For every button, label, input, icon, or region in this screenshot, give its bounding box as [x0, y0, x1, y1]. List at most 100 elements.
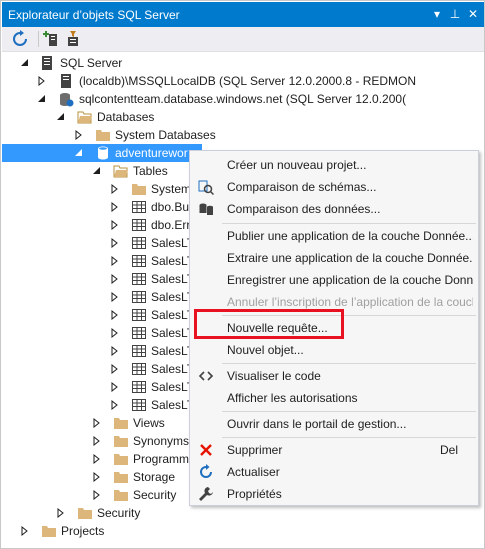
collapsed-arrow-icon[interactable] [92, 436, 102, 446]
collapsed-arrow-icon[interactable] [110, 202, 120, 212]
table-icon [131, 271, 147, 287]
collapsed-arrow-icon[interactable] [110, 364, 120, 374]
tree-label: Databases [97, 110, 155, 124]
database-icon [95, 145, 111, 161]
collapsed-arrow-icon[interactable] [110, 328, 120, 338]
folder-icon [131, 181, 147, 197]
menu-item-label: Afficher les autorisations [227, 391, 358, 405]
menu-item-shortcut: Del [439, 443, 458, 457]
collapsed-arrow-icon[interactable] [56, 508, 66, 518]
collapsed-arrow-icon[interactable] [110, 184, 120, 194]
folder-icon [113, 433, 129, 449]
menu-separator [222, 437, 476, 438]
tree-node-projects[interactable]: Projects [2, 522, 484, 540]
table-icon [131, 343, 147, 359]
menu-item-refresh[interactable]: Actualiser [191, 461, 478, 483]
tree-node-remote-server[interactable]: sqlcontentteam.database.windows.net (SQL… [2, 90, 484, 108]
tree-node-system-databases[interactable]: System Databases [2, 126, 484, 144]
menu-item-publish-dac[interactable]: Publier une application de la couche Don… [191, 225, 478, 247]
tree-label: sqlcontentteam.database.windows.net (SQL… [79, 92, 407, 106]
folder-icon [95, 127, 111, 143]
window-title: Explorateur d’objets SQL Server [8, 8, 180, 22]
toolbar [2, 27, 484, 52]
collapsed-arrow-icon[interactable] [92, 490, 102, 500]
tree-label: SalesLT [151, 308, 195, 322]
collapsed-arrow-icon[interactable] [110, 274, 120, 284]
collapsed-arrow-icon[interactable] [110, 310, 120, 320]
menu-item-label: Comparaison des données... [227, 202, 381, 216]
menu-item-properties[interactable]: Propriétés [191, 483, 478, 505]
refresh-icon[interactable] [11, 30, 29, 48]
tree-label: Views [133, 416, 165, 430]
tree-label: SalesLT [151, 344, 195, 358]
menu-item-label: Supprimer [227, 443, 283, 457]
menu-item-open-portal[interactable]: Ouvrir dans le portail de gestion... [191, 413, 478, 435]
table-icon [131, 307, 147, 323]
wrench-icon [198, 486, 214, 502]
collapsed-arrow-icon[interactable] [110, 346, 120, 356]
collapsed-arrow-icon[interactable] [92, 472, 102, 482]
table-icon [131, 217, 147, 233]
folder-icon [41, 523, 57, 539]
tree-label: dbo.Err [151, 218, 191, 232]
sql-server-icon [39, 55, 55, 71]
expanded-arrow-icon[interactable] [56, 112, 66, 122]
expanded-arrow-icon[interactable] [37, 94, 47, 104]
tree-label: (localdb)\MSSQLLocalDB (SQL Server 12.0.… [79, 74, 417, 88]
tree-label: SalesLT [151, 272, 195, 286]
server-instance-icon [58, 73, 74, 89]
menu-item-delete[interactable]: Supprimer Del [191, 439, 478, 461]
folder-icon [113, 487, 129, 503]
menu-separator [222, 411, 476, 412]
collapsed-arrow-icon[interactable] [110, 382, 120, 392]
menu-item-register-dac[interactable]: Enregistrer une application de la couche… [191, 269, 478, 291]
menu-separator [222, 223, 476, 224]
close-button[interactable]: ✕ [465, 6, 481, 22]
menu-item-label: Annuler l’inscription de l’application d… [227, 295, 473, 309]
folder-icon [113, 469, 129, 485]
menu-item-extract-dac[interactable]: Extraire une application de la couche Do… [191, 247, 478, 269]
menu-item-label: Propriétés [227, 487, 282, 501]
menu-item-new-project[interactable]: Créer un nouveau projet... [191, 154, 478, 176]
tree-label: SQL Server [60, 56, 123, 70]
tree-node-sql-server[interactable]: SQL Server [2, 54, 484, 72]
expanded-arrow-icon[interactable] [74, 148, 84, 158]
menu-item-new-object[interactable]: Nouvel objet... [191, 339, 478, 361]
collapsed-arrow-icon[interactable] [110, 256, 120, 266]
tree-node-databases[interactable]: Databases [2, 108, 484, 126]
table-icon [131, 253, 147, 269]
menu-item-view-permissions[interactable]: Afficher les autorisations [191, 387, 478, 409]
filter-icon[interactable] [65, 30, 83, 48]
tree-label: Programm [133, 452, 190, 466]
pin-button[interactable]: ⊥ [447, 6, 463, 22]
collapsed-arrow-icon[interactable] [110, 238, 120, 248]
table-icon [131, 289, 147, 305]
schema-compare-icon [198, 179, 214, 195]
tree-node-adventureworks[interactable]: adventurewor [2, 144, 202, 162]
tree-node-localdb[interactable]: (localdb)\MSSQLLocalDB (SQL Server 12.0.… [2, 72, 484, 90]
collapsed-arrow-icon[interactable] [92, 418, 102, 428]
menu-item-label: Enregistrer une application de la couche… [227, 273, 473, 287]
collapsed-arrow-icon[interactable] [20, 526, 30, 536]
menu-item-data-compare[interactable]: Comparaison des données... [191, 198, 478, 220]
tree-node-security-server[interactable]: Security [2, 504, 484, 522]
collapsed-arrow-icon[interactable] [110, 400, 120, 410]
collapsed-arrow-icon[interactable] [110, 220, 120, 230]
collapsed-arrow-icon[interactable] [74, 130, 84, 140]
collapsed-arrow-icon[interactable] [37, 76, 47, 86]
code-icon [198, 368, 214, 384]
expanded-arrow-icon[interactable] [92, 166, 102, 176]
window-dropdown-button[interactable]: ▾ [429, 6, 445, 22]
table-icon [131, 361, 147, 377]
expanded-arrow-icon[interactable] [20, 58, 30, 68]
collapsed-arrow-icon[interactable] [110, 292, 120, 302]
menu-item-schema-compare[interactable]: Comparaison de schémas... [191, 176, 478, 198]
add-server-icon[interactable] [43, 30, 61, 48]
tree-label: SalesLT [151, 362, 195, 376]
collapsed-arrow-icon[interactable] [92, 454, 102, 464]
tree-label: System [151, 182, 192, 196]
menu-item-label: Publier une application de la couche Don… [227, 229, 473, 243]
folder-icon [113, 451, 129, 467]
menu-item-label: Extraire une application de la couche Do… [227, 251, 473, 265]
menu-item-view-code[interactable]: Visualiser le code [191, 365, 478, 387]
